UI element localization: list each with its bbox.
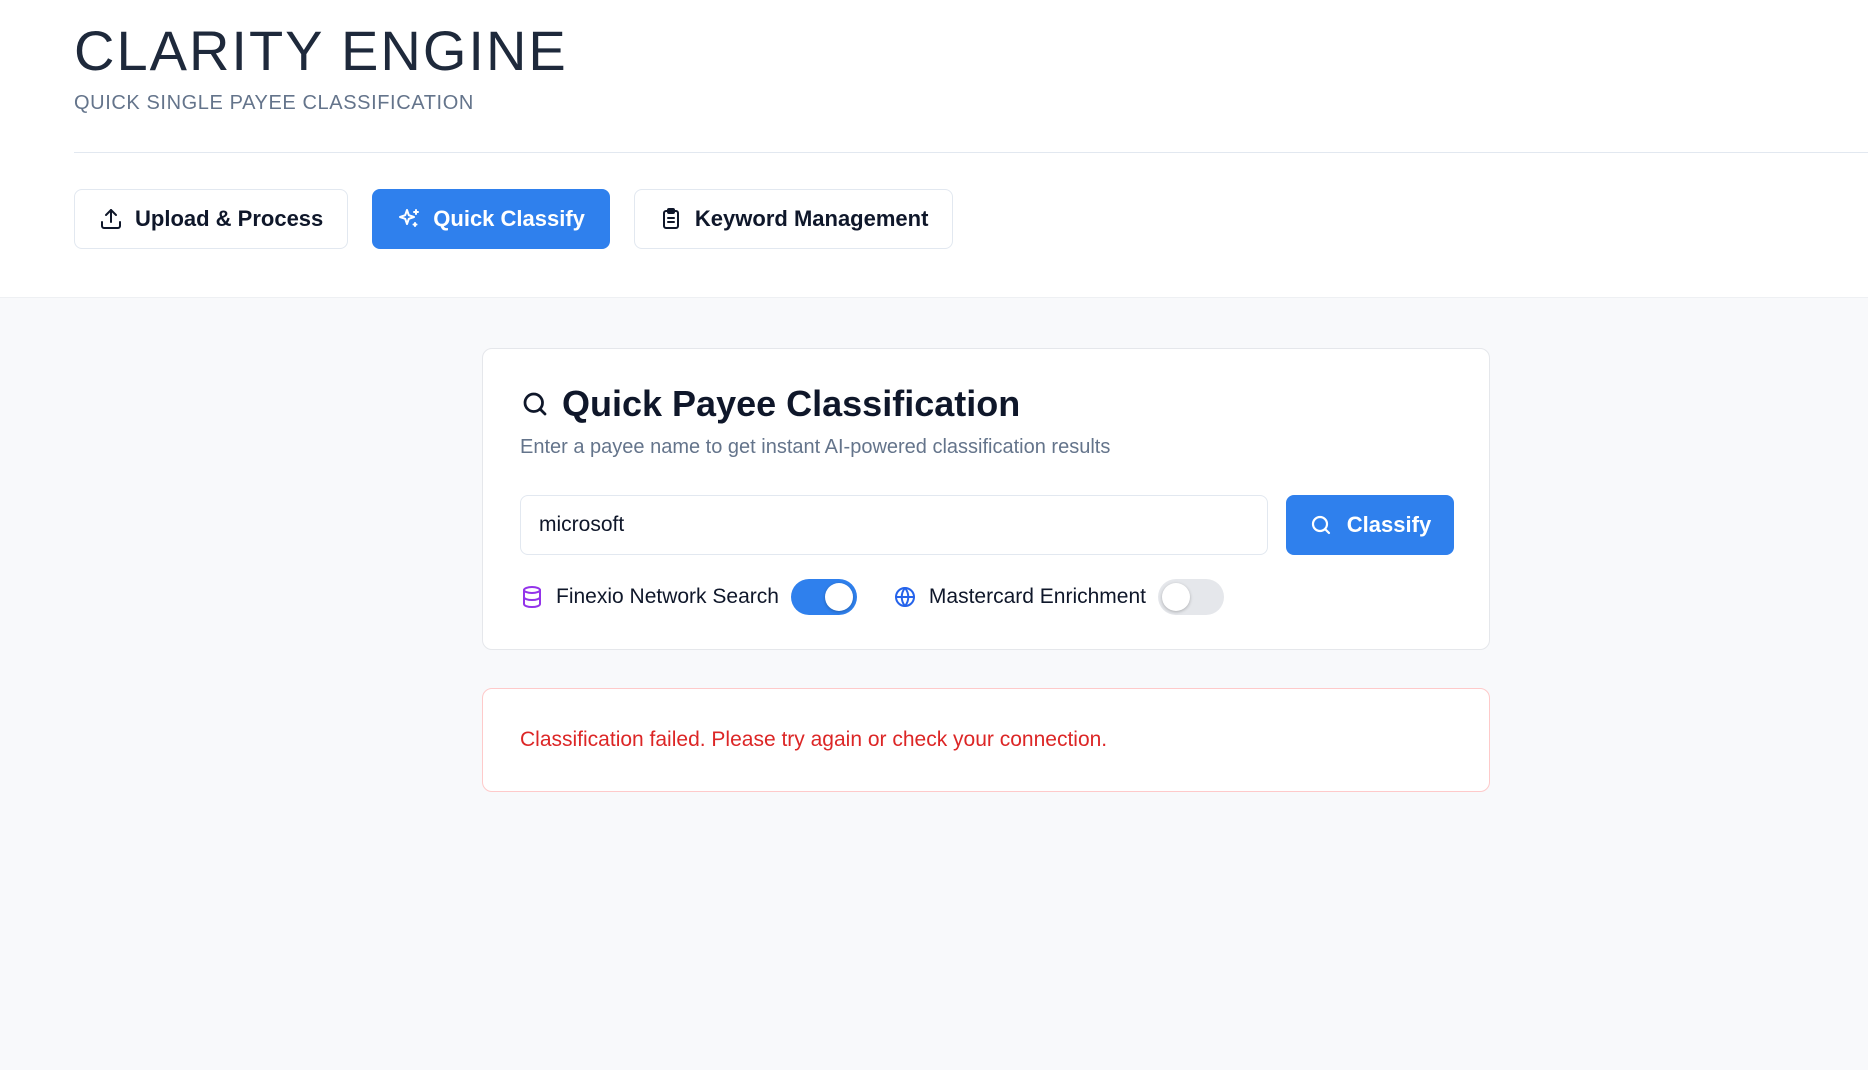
tab-keyword-management-label: Keyword Management <box>694 206 929 231</box>
globe-icon <box>894 587 915 607</box>
tab-upload-process[interactable]: Upload & Process <box>74 189 349 249</box>
tab-upload-process-label: Upload & Process <box>135 206 324 231</box>
mastercard-enrichment-toggle[interactable] <box>1158 579 1224 615</box>
main-nav: Upload & Process Quick Classify Keyword … <box>74 189 954 249</box>
classify-button[interactable]: Classify <box>1286 495 1454 555</box>
card-header: Quick Payee Classification <box>520 383 1020 425</box>
tab-quick-classify[interactable]: Quick Classify <box>372 189 610 249</box>
classify-button-label: Classify <box>1346 512 1432 537</box>
database-icon <box>523 586 541 608</box>
app-title: CLARITY ENGINE <box>74 19 568 82</box>
payee-name-input[interactable] <box>520 495 1268 555</box>
tab-quick-classify-label: Quick Classify <box>433 206 585 231</box>
error-alert: Classification failed. Please try again … <box>482 688 1490 792</box>
upload-icon <box>101 209 121 229</box>
finexio-network-search-toggle[interactable] <box>790 579 857 615</box>
card-description: Enter a payee name to get instant AI-pow… <box>520 436 1111 458</box>
sparkles-icon <box>399 209 420 227</box>
toggle-knob <box>824 583 853 611</box>
options-row: Finexio Network Search Mastercard Enrich… <box>520 579 1260 615</box>
tab-keyword-management[interactable]: Keyword Management <box>633 189 954 249</box>
toggle-knob <box>1162 583 1190 611</box>
search-icon <box>1311 515 1330 535</box>
mastercard-enrichment-option: Mastercard Enrichment <box>893 579 1224 615</box>
finexio-network-search-option: Finexio Network Search <box>520 579 857 615</box>
clipboard-list-icon <box>662 208 679 229</box>
error-message: Classification failed. Please try again … <box>520 728 1108 751</box>
app-header: CLARITY ENGINE QUICK SINGLE PAYEE CLASSI… <box>0 0 1868 297</box>
mastercard-enrichment-label: Mastercard Enrichment <box>928 585 1146 608</box>
finexio-network-search-label: Finexio Network Search <box>556 585 779 608</box>
search-icon <box>523 392 547 416</box>
card-title: Quick Payee Classification <box>562 383 1021 424</box>
quick-classify-card: Quick Payee Classification Enter a payee… <box>482 348 1490 650</box>
header-divider <box>74 152 1868 153</box>
main-content: Quick Payee Classification Enter a payee… <box>0 297 1868 1070</box>
app-subtitle: QUICK SINGLE PAYEE CLASSIFICATION <box>74 92 474 114</box>
